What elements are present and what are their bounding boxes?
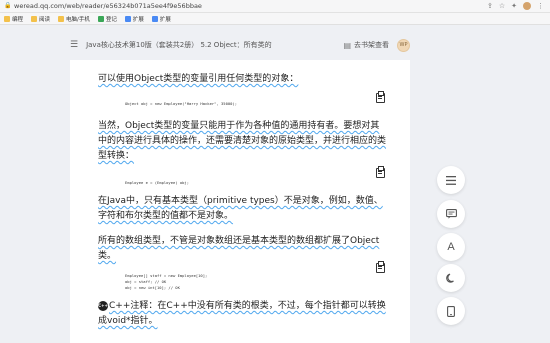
paragraph[interactable]: 当然，Object类型的变量只能用于作为各种值的通用持有者。要想对其中的内容进行… — [98, 119, 388, 164]
cpp-note-icon: C++ — [98, 300, 108, 311]
code-block[interactable]: Employee[] staff = new Employee[10]; obj… — [125, 273, 207, 291]
font-size-icon: A — [447, 241, 455, 253]
catalog-button[interactable] — [437, 166, 465, 194]
font-settings-button[interactable]: A — [437, 233, 465, 261]
notes-button[interactable] — [437, 200, 465, 228]
theme-toggle-button[interactable] — [437, 264, 465, 292]
chapter-title: Java核心技术第10版（套装共2册） 5.2 Object：所有类的 — [86, 41, 272, 49]
profile-avatar[interactable] — [523, 2, 531, 10]
copy-code-icon[interactable] — [376, 261, 385, 273]
address-bar[interactable]: 🔒 weread.qq.com/web/reader/e56324b071a5e… — [0, 0, 550, 13]
paragraph[interactable]: 在Java中，只有基本类型（primitive types）不是对象，例如，数值… — [98, 194, 388, 224]
bookmark-item[interactable]: 阅读 — [31, 15, 50, 23]
copy-code-icon[interactable] — [376, 166, 385, 178]
extensions-icon[interactable]: ✦ — [511, 2, 517, 10]
menu-icon[interactable]: ⋮ — [537, 2, 544, 10]
paragraph[interactable]: 所有的数组类型，不管是对象数组还是基本类型的数组都扩展了Object类。 — [98, 234, 388, 264]
bookmark-item[interactable]: 编程 — [4, 15, 23, 23]
go-to-shelf-button[interactable]: ▤ 去书架查看 — [343, 40, 389, 50]
bookmark-icon — [97, 15, 104, 22]
url-text[interactable]: weread.qq.com/web/reader/e56324b071a5ee4… — [14, 2, 487, 10]
code-block[interactable]: Object obj = new Employee("Harry Hacker"… — [125, 101, 237, 107]
phone-icon — [447, 305, 455, 317]
lock-icon: 🔒 — [4, 2, 12, 9]
bookmark-item[interactable]: 电脑/手机 — [58, 15, 90, 23]
code-block[interactable]: Employee e = (Employee) obj; — [125, 180, 189, 186]
folder-icon — [4, 15, 10, 22]
mobile-read-button[interactable] — [437, 297, 465, 325]
copy-code-icon[interactable] — [376, 91, 385, 103]
hamburger-menu-icon[interactable]: ☰ — [70, 40, 78, 50]
bookmarks-bar: 编程 阅读 电脑/手机 登记 扩展 扩展 — [0, 13, 550, 25]
moon-icon — [446, 273, 454, 283]
list-icon — [446, 175, 456, 185]
star-icon[interactable]: ☆ — [499, 2, 505, 10]
folder-icon — [58, 15, 65, 22]
reader-header: ☰ Java核心技术第10版（套装共2册） 5.2 Object：所有类的 ▤ … — [70, 32, 410, 58]
bookmark-item[interactable]: 扩展 — [124, 15, 144, 23]
cpp-note-paragraph[interactable]: C++C++注释：在C++中没有所有类的根类，不过，每个指针都可以转换成void… — [98, 299, 388, 329]
paragraph[interactable]: 可以使用Object类型的变量引用任何类型的对象： — [98, 72, 388, 87]
bookshelf-icon: ▤ — [343, 40, 351, 50]
user-avatar[interactable]: WP — [397, 38, 410, 52]
bookmark-icon — [151, 15, 158, 22]
share-icon[interactable]: ⇪ — [487, 2, 493, 10]
bookmark-icon — [124, 15, 131, 22]
comment-icon — [445, 209, 457, 219]
reading-page: 可以使用Object类型的变量引用任何类型的对象： Object obj = n… — [70, 60, 410, 343]
bookmark-item[interactable]: 扩展 — [151, 15, 171, 23]
folder-icon — [31, 15, 38, 22]
bookmark-item[interactable]: 登记 — [97, 15, 117, 23]
